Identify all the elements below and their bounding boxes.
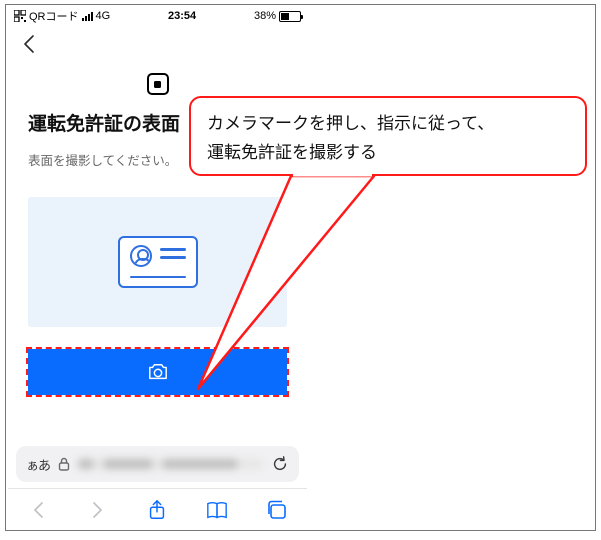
carrier-label: QRコード [29, 8, 79, 24]
chevron-right-icon [90, 500, 106, 520]
network-label: 4G [96, 10, 111, 22]
address-text [78, 459, 263, 469]
capture-button[interactable] [28, 349, 287, 395]
browser-toolbar [8, 488, 307, 530]
browser-address-bar[interactable]: ぁあ [16, 446, 299, 482]
camera-icon [147, 362, 169, 382]
bookmarks-button[interactable] [197, 500, 237, 520]
battery-icon [279, 11, 301, 22]
lock-icon [58, 457, 70, 471]
square-logo-icon [147, 73, 169, 95]
share-icon [147, 499, 167, 521]
annotation-line-1: カメラマークを押し、指示に従って、 [207, 110, 569, 139]
text-size-button[interactable]: ぁあ [26, 455, 50, 474]
chevron-left-icon [22, 34, 36, 54]
qr-code-icon [14, 10, 26, 22]
book-icon [206, 500, 228, 520]
tabs-button[interactable] [257, 500, 297, 520]
status-left: QRコード 4G [14, 8, 110, 24]
forward-nav-button[interactable] [78, 500, 118, 520]
phone-frame: QRコード 4G 23:54 38% 運転免許証の表面 表面を撮影してください。 [8, 5, 307, 530]
capture-button-area [28, 349, 287, 395]
annotation-line-2: 運転免許証を撮影する [207, 139, 569, 168]
back-nav-button[interactable] [18, 500, 58, 520]
nav-bar [8, 27, 307, 67]
status-right: 38% [254, 10, 301, 22]
annotation-callout: カメラマークを押し、指示に従って、 運転免許証を撮影する [189, 96, 587, 176]
status-time: 23:54 [114, 10, 250, 22]
share-button[interactable] [137, 499, 177, 521]
back-button[interactable] [22, 34, 36, 60]
battery-pct: 38% [254, 10, 276, 22]
reload-icon[interactable] [271, 455, 289, 473]
chevron-left-icon [30, 500, 46, 520]
id-card-icon [118, 236, 198, 288]
signal-bars-icon [82, 12, 93, 21]
tabs-icon [266, 500, 288, 520]
screenshot-canvas: QRコード 4G 23:54 38% 運転免許証の表面 表面を撮影してください。 [5, 4, 596, 531]
status-bar: QRコード 4G 23:54 38% [8, 5, 307, 27]
id-illustration-panel [28, 197, 287, 327]
